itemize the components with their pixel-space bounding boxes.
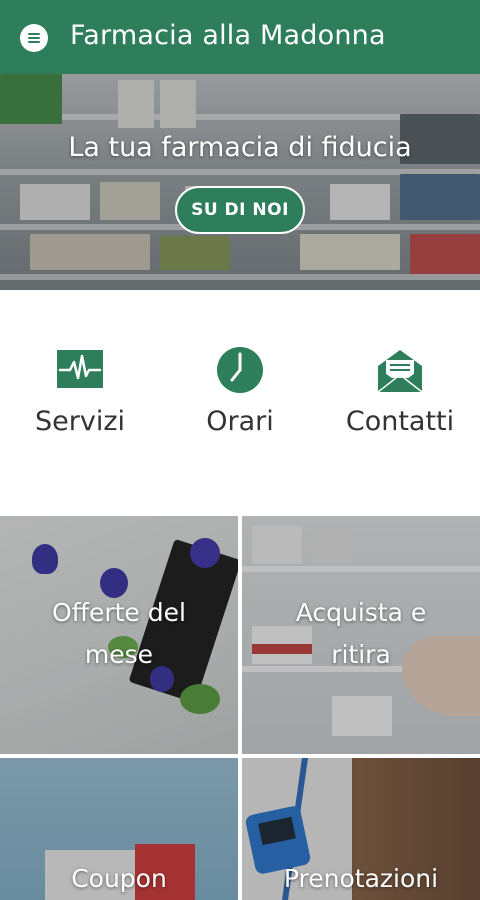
app-title: Farmacia alla Madonna xyxy=(70,20,386,51)
menu-button[interactable] xyxy=(20,24,48,52)
quick-link-contatti[interactable]: Contatti xyxy=(320,346,480,456)
menu-icon xyxy=(28,33,40,35)
tile-label: Acquista e xyxy=(295,598,427,627)
hero-banner: La tua farmacia di fiducia SU DI NOI xyxy=(0,74,480,290)
tile-label: mese xyxy=(84,640,154,669)
tile-label: Prenotazioni xyxy=(283,864,439,893)
about-us-button[interactable]: SU DI NOI xyxy=(175,186,305,234)
quick-link-label: Orari xyxy=(206,406,274,437)
tile-label: Offerte del xyxy=(52,598,186,627)
quick-link-label: Contatti xyxy=(345,406,455,437)
tile-label: ritira xyxy=(331,640,391,669)
quick-links: Servizi Orari Contatti xyxy=(0,290,480,516)
quick-link-orari[interactable]: Orari xyxy=(160,346,320,456)
tile-offerte[interactable]: Offerte del mese xyxy=(0,516,238,754)
tile-prenotazioni[interactable]: Prenotazioni xyxy=(242,758,480,900)
heartbeat-icon xyxy=(57,350,103,388)
envelope-icon xyxy=(377,350,423,393)
app-bar: Farmacia alla Madonna xyxy=(0,0,480,74)
clock-icon xyxy=(217,347,263,393)
quick-link-label: Servizi xyxy=(34,406,125,437)
quick-link-servizi[interactable]: Servizi xyxy=(0,346,160,456)
hero-headline: La tua farmacia di fiducia xyxy=(68,132,412,163)
tile-label: Coupon xyxy=(71,864,167,893)
tile-coupon[interactable]: Coupon xyxy=(0,758,238,900)
tile-acquista-ritira[interactable]: Acquista e ritira xyxy=(242,516,480,754)
